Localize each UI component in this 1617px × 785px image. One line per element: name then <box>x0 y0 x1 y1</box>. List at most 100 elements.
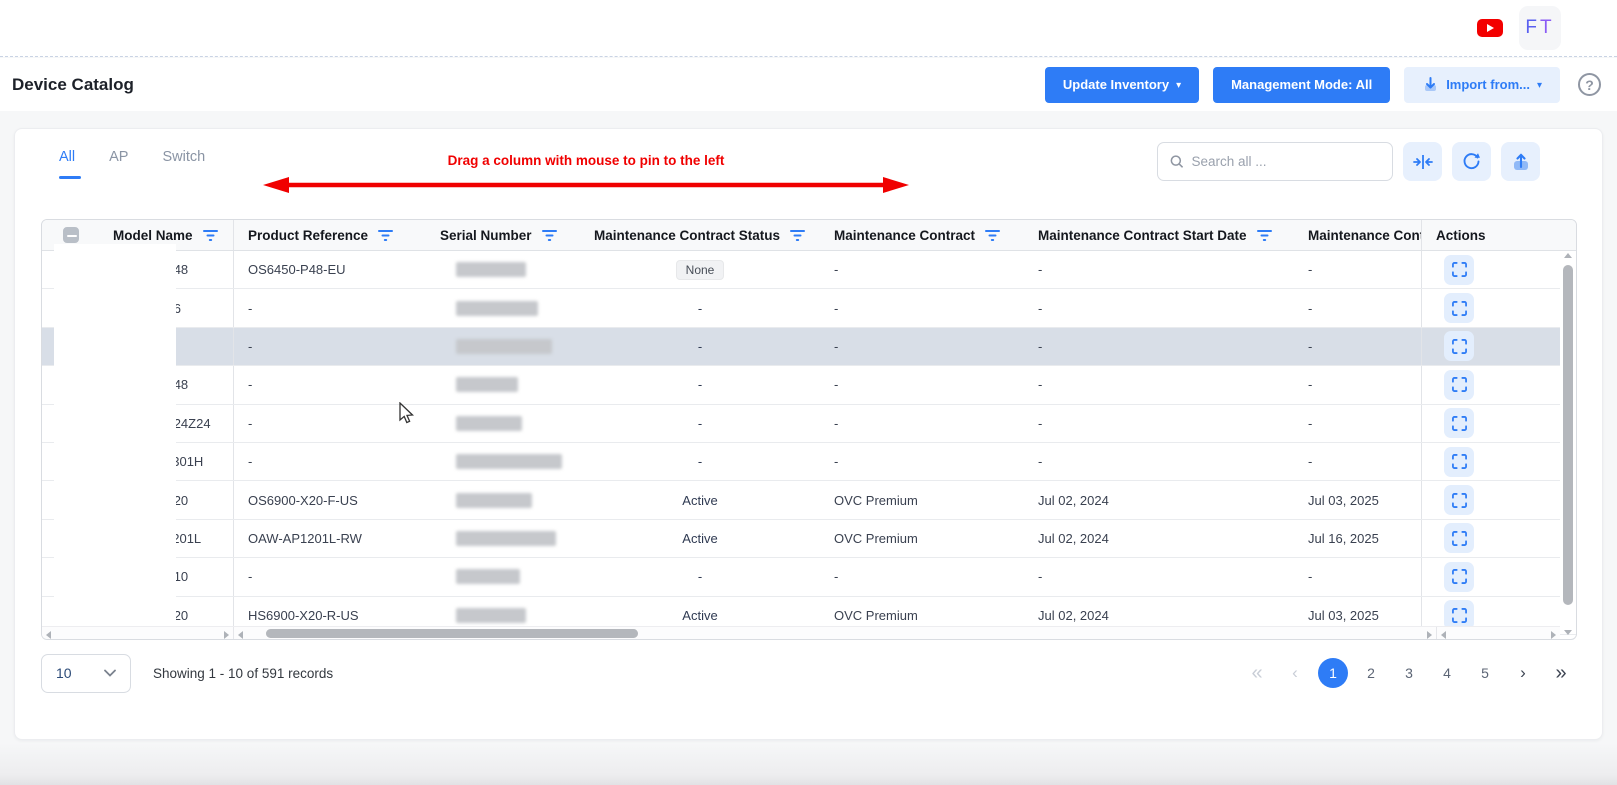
import-download-icon <box>1422 76 1439 93</box>
actions-cell <box>1422 328 1546 365</box>
chevron-down-icon <box>104 669 116 677</box>
expand-row-button[interactable] <box>1444 408 1474 438</box>
serial-number-cell <box>426 251 580 288</box>
scroll-down-arrow-icon[interactable] <box>1564 630 1572 635</box>
scroll-right-arrow-icon[interactable] <box>1551 631 1556 639</box>
horizontal-scroll-thumb[interactable] <box>266 629 638 638</box>
column-label: Serial Number <box>440 228 532 243</box>
serial-number-cell <box>426 443 580 480</box>
pagination-page-3[interactable]: 3 <box>1394 658 1424 688</box>
actions-cell <box>1422 481 1546 518</box>
expand-row-button[interactable] <box>1444 523 1474 553</box>
table-row[interactable]: OAW-AP1301H----- <box>42 443 1576 481</box>
center-scrollbar[interactable] <box>234 627 1436 639</box>
table-row[interactable]: OS6450-P48OS6450-P48-EUNone--- <box>42 251 1576 289</box>
youtube-icon[interactable] <box>1477 19 1503 37</box>
brand-badge[interactable]: F T <box>1519 6 1561 50</box>
maintenance-contract-cell: - <box>820 558 1024 595</box>
contract-status-cell: - <box>580 366 820 403</box>
tab-switch[interactable]: Switch <box>162 149 205 179</box>
status-text: - <box>698 569 702 584</box>
expand-row-button[interactable] <box>1444 447 1474 477</box>
pagination-first[interactable]: « <box>1242 658 1272 688</box>
expand-row-button[interactable] <box>1444 255 1474 285</box>
pagination-page-1[interactable]: 1 <box>1318 658 1348 688</box>
pagination-next[interactable]: › <box>1508 658 1538 688</box>
pagination-prev[interactable]: ‹ <box>1280 658 1310 688</box>
expand-icon <box>1452 454 1467 469</box>
expand-row-button[interactable] <box>1444 562 1474 592</box>
maintenance-contract-cell: - <box>820 289 1024 326</box>
scroll-right-arrow-icon[interactable] <box>1427 631 1432 639</box>
filter-icon[interactable] <box>542 229 557 241</box>
update-inventory-label: Update Inventory <box>1063 77 1169 92</box>
actions-cell <box>1422 558 1546 595</box>
filter-icon[interactable] <box>203 229 218 241</box>
topbar: F T <box>0 0 1617 57</box>
table-row[interactable]: OS6450-P10----- <box>42 558 1576 596</box>
product-reference-cell: OS6900-X20-F-US <box>234 481 426 518</box>
pinned-right-scrollbar[interactable] <box>1436 627 1560 639</box>
serial-redacted-value <box>456 454 562 469</box>
select-all-checkbox[interactable] <box>63 227 79 243</box>
filter-icon[interactable] <box>790 229 805 241</box>
expand-icon <box>1452 262 1467 277</box>
table-row[interactable]: OAW-AP1201LOAW-AP1201L-RWActiveOVC Premi… <box>42 520 1576 558</box>
expand-row-button[interactable] <box>1444 331 1474 361</box>
chevron-down-icon: ▾ <box>1537 80 1542 91</box>
expand-row-button[interactable] <box>1444 293 1474 323</box>
help-icon[interactable]: ? <box>1578 73 1601 96</box>
serial-number-cell <box>426 405 580 442</box>
vertical-scroll-thumb[interactable] <box>1563 265 1573 605</box>
collapse-columns-button[interactable] <box>1403 142 1442 181</box>
pagination-page-4[interactable]: 4 <box>1432 658 1462 688</box>
expand-icon <box>1452 416 1467 431</box>
filter-icon[interactable] <box>985 229 1000 241</box>
pinned-left-scrollbar[interactable] <box>42 627 234 639</box>
scroll-left-arrow-icon[interactable] <box>1441 631 1446 639</box>
contract-start-date-cell: - <box>1024 251 1294 288</box>
contract-start-date-cell: - <box>1024 366 1294 403</box>
tab-ap[interactable]: AP <box>109 149 128 179</box>
scroll-left-arrow-icon[interactable] <box>238 631 243 639</box>
update-inventory-button[interactable]: Update Inventory ▾ <box>1045 67 1199 103</box>
product-reference-cell: - <box>234 328 426 365</box>
column-header-maintenance-contract-status: Maintenance Contract Status <box>580 220 820 250</box>
scroll-up-arrow-icon[interactable] <box>1564 253 1572 258</box>
contract-end-date-cell: - <box>1294 328 1422 365</box>
scroll-right-arrow-icon[interactable] <box>224 631 229 639</box>
export-button[interactable] <box>1501 142 1540 181</box>
serial-redacted-value <box>456 531 556 546</box>
vertical-scrollbar[interactable] <box>1560 251 1576 626</box>
column-header-actions: Actions <box>1422 220 1546 250</box>
table-row[interactable]: Unknown----- <box>42 328 1576 366</box>
page-size-select[interactable]: 10 <box>41 654 131 693</box>
contract-status-cell: - <box>580 328 820 365</box>
contract-status-cell: - <box>580 443 820 480</box>
filter-icon[interactable] <box>378 229 393 241</box>
table-body: OS6450-P48OS6450-P48-EUNone---OS6465-P6-… <box>42 251 1576 635</box>
serial-redacted-value <box>456 608 526 623</box>
expand-icon <box>1452 493 1467 508</box>
refresh-button[interactable] <box>1452 142 1491 181</box>
table-row[interactable]: OS6900-X20OS6900-X20-F-USActiveOVC Premi… <box>42 481 1576 519</box>
scroll-left-arrow-icon[interactable] <box>46 631 51 639</box>
table-row[interactable]: OS6465-P6----- <box>42 289 1576 327</box>
pagination-last[interactable]: » <box>1546 658 1576 688</box>
management-mode-button[interactable]: Management Mode: All <box>1213 67 1390 103</box>
page-bottom-strip <box>0 743 1617 785</box>
table-row[interactable]: OS6860-P48----- <box>42 366 1576 404</box>
table-row[interactable]: OS6560-P24Z24----- <box>42 405 1576 443</box>
contract-status-cell: - <box>580 405 820 442</box>
pagination-page-5[interactable]: 5 <box>1470 658 1500 688</box>
expand-row-button[interactable] <box>1444 370 1474 400</box>
pagination-page-2[interactable]: 2 <box>1356 658 1386 688</box>
expand-row-button[interactable] <box>1444 485 1474 515</box>
import-from-button[interactable]: Import from... ▾ <box>1404 67 1560 103</box>
tab-all[interactable]: All <box>59 149 75 179</box>
filter-icon[interactable] <box>1257 229 1272 241</box>
column-label: Product Reference <box>248 228 368 243</box>
contract-end-date-cell: - <box>1294 558 1422 595</box>
product-reference-cell: - <box>234 443 426 480</box>
search-input[interactable] <box>1191 154 1380 169</box>
